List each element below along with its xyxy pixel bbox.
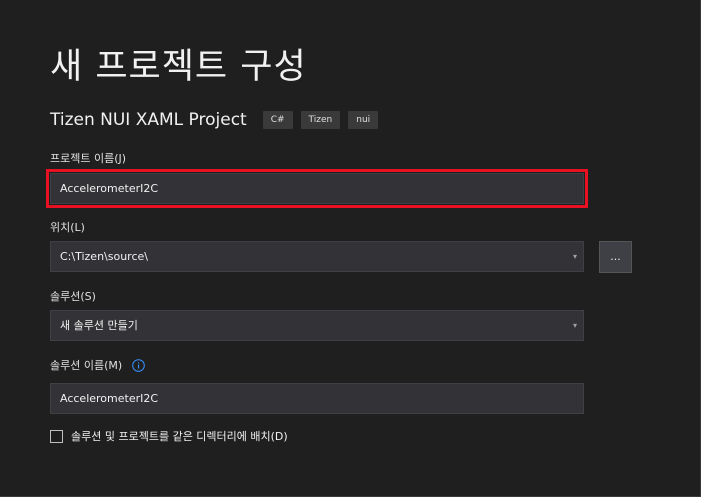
solution-label: 솔루션(S) (50, 290, 96, 303)
solution-name-label-row: 솔루션 이름(M) (50, 357, 145, 373)
location-combobox[interactable]: C:\Tizen\source\ ▾ (50, 241, 584, 272)
location-label: 위치(L) (50, 221, 85, 234)
chevron-down-icon[interactable]: ▾ (573, 311, 577, 340)
page-title: 새 프로젝트 구성 (50, 47, 307, 87)
project-name-label: 프로젝트 이름(J) (50, 152, 127, 165)
project-template-name: Tizen NUI XAML Project (50, 110, 247, 130)
location-value: C:\Tizen\source\ (60, 250, 148, 263)
project-name-value: AccelerometerI2C (60, 182, 159, 195)
tag-type: nui (348, 111, 379, 129)
same-directory-checkbox[interactable] (50, 429, 63, 443)
same-directory-option[interactable]: 솔루션 및 프로젝트를 같은 디렉터리에 배치(D) (50, 428, 288, 444)
solution-name-input[interactable]: AccelerometerI2C (50, 383, 584, 414)
tag-platform: Tizen (300, 111, 341, 129)
chevron-down-icon[interactable]: ▾ (573, 242, 577, 271)
solution-value: 새 솔루션 만들기 (60, 319, 138, 332)
browse-button[interactable]: ... (599, 241, 632, 273)
solution-select[interactable]: 새 솔루션 만들기 ▾ (50, 310, 584, 341)
info-icon[interactable] (131, 359, 145, 372)
solution-name-value: AccelerometerI2C (60, 392, 159, 405)
project-name-input[interactable]: AccelerometerI2C (46, 169, 588, 208)
configure-project-dialog: 새 프로젝트 구성 Tizen NUI XAML Project C# Tize… (0, 0, 701, 497)
same-directory-label: 솔루션 및 프로젝트를 같은 디렉터리에 배치(D) (71, 430, 288, 443)
solution-name-label: 솔루션 이름(M) (50, 359, 123, 372)
project-template-header: Tizen NUI XAML Project C# Tizen nui (50, 109, 386, 131)
tag-language: C# (262, 111, 293, 129)
